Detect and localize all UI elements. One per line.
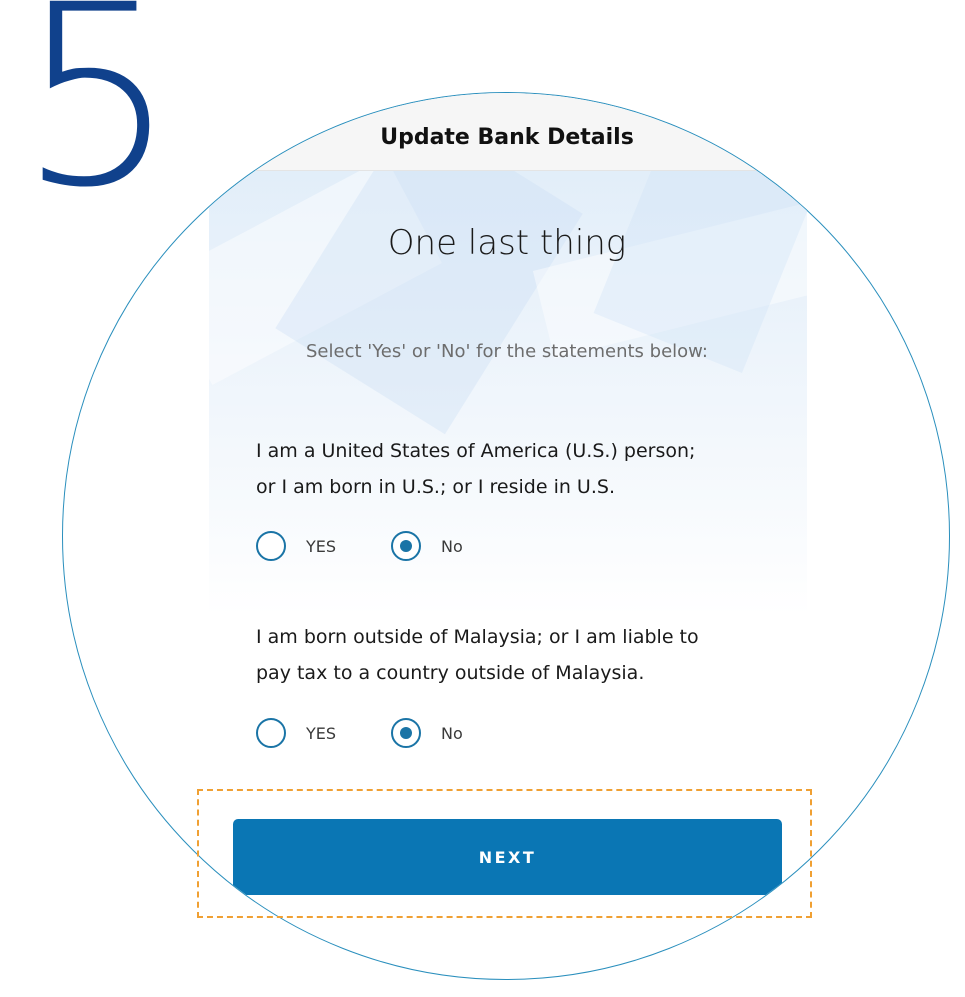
app-screen: Update Bank Details One last thing Selec… bbox=[63, 93, 949, 979]
instruction-text: Select 'Yes' or 'No' for the statements … bbox=[306, 341, 708, 362]
question-line: I am a United States of America (U.S.) p… bbox=[256, 440, 696, 462]
radio-unselected-icon[interactable] bbox=[256, 531, 286, 561]
magnified-screen-circle: Update Bank Details One last thing Selec… bbox=[62, 92, 950, 980]
radio-selected-icon[interactable] bbox=[391, 531, 421, 561]
radio-selected-icon[interactable] bbox=[391, 718, 421, 748]
headline: One last thing bbox=[387, 223, 627, 263]
question-line: or I am born in U.S.; or I reside in U.S… bbox=[256, 476, 615, 498]
radio-option-no[interactable]: No bbox=[391, 526, 463, 566]
radio-option-yes[interactable]: YES bbox=[256, 713, 336, 753]
radio-label-no: No bbox=[441, 536, 463, 556]
radio-label-yes: YES bbox=[306, 536, 337, 556]
radio-option-yes[interactable]: YES bbox=[256, 526, 336, 566]
question-us-person: I am a United States of America (U.S.) p… bbox=[256, 433, 776, 505]
next-button[interactable]: NEXT bbox=[233, 819, 782, 895]
radio-dot-icon bbox=[400, 540, 412, 552]
question-tax-residency: I am born outside of Malaysia; or I am l… bbox=[256, 619, 776, 691]
radio-option-no[interactable]: No bbox=[391, 713, 463, 753]
radio-label-no: No bbox=[441, 723, 463, 743]
top-bar: Update Bank Details bbox=[63, 93, 949, 171]
radio-label-yes: YES bbox=[306, 723, 337, 743]
question-line: I am born outside of Malaysia; or I am l… bbox=[256, 626, 699, 648]
question-line: pay tax to a country outside of Malaysia… bbox=[256, 662, 645, 684]
page-title: Update Bank Details bbox=[380, 125, 634, 150]
radio-dot-icon bbox=[400, 727, 412, 739]
radio-unselected-icon[interactable] bbox=[256, 718, 286, 748]
